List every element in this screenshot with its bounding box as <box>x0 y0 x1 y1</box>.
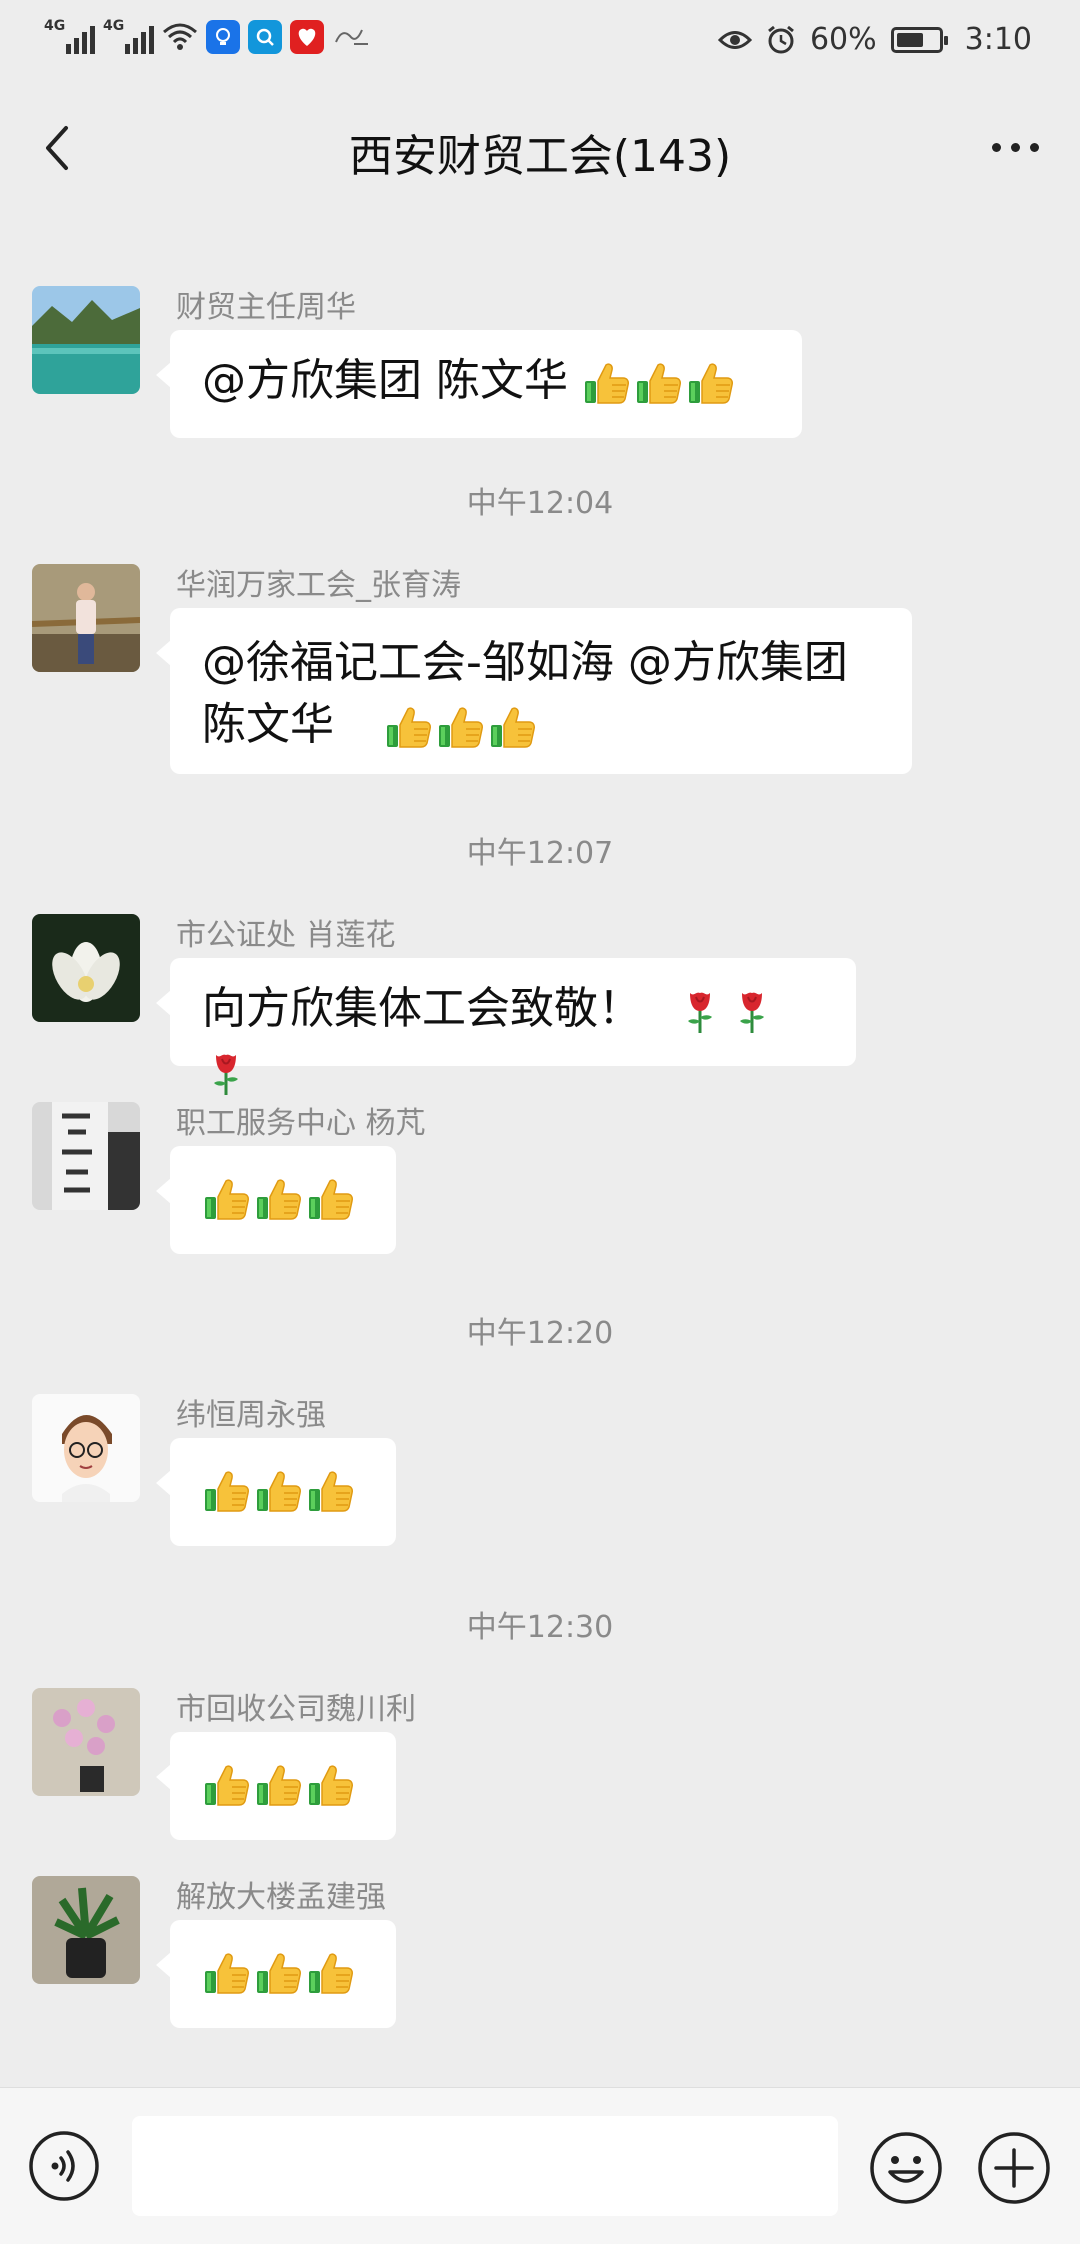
bulb-app-icon <box>206 20 240 54</box>
chat-title: 西安财贸工会(143) <box>348 131 732 182</box>
rose-icon <box>676 987 724 1035</box>
sender-name: 职工服务中心 杨芃 <box>176 1106 426 1141</box>
wifi-icon <box>163 23 197 50</box>
avatar[interactable] <box>32 1876 140 1984</box>
thumbs-up-icon <box>306 1467 354 1515</box>
status-bar: 4G 4G 60% 3:10 <box>0 0 1080 88</box>
message-bubble[interactable] <box>156 1920 396 2028</box>
message-bubble[interactable] <box>156 1438 396 1546</box>
voice-icon[interactable] <box>28 2130 100 2202</box>
thumbs-up-icon <box>384 703 432 751</box>
eye-icon <box>717 30 752 49</box>
avatar[interactable] <box>32 914 140 1022</box>
clock: 3:10 <box>964 22 1032 57</box>
message-bubble[interactable]: @方欣集团 陈文华 <box>156 330 802 438</box>
thumbs-up-icon <box>306 1761 354 1809</box>
rose-icon <box>728 987 776 1035</box>
timestamp: 中午12:30 <box>466 1610 614 1645</box>
avatar[interactable] <box>32 286 140 394</box>
rose-icon <box>202 1049 250 1097</box>
sender-name: 华润万家工会_张育涛 <box>176 568 461 603</box>
battery-icon <box>890 26 948 53</box>
thumbs-up-icon <box>202 1949 250 1997</box>
avatar[interactable] <box>32 564 140 672</box>
timestamp: 中午12:20 <box>466 1316 614 1351</box>
thumbs-up-icon <box>254 1761 302 1809</box>
search-app-icon <box>248 20 282 54</box>
sender-name: 市回收公司魏川利 <box>176 1692 416 1727</box>
avatar[interactable] <box>32 1102 140 1210</box>
study-app-icon <box>335 29 368 45</box>
network-type-label: 4G <box>44 18 66 34</box>
message-bubble[interactable]: 向方欣集体工会致敬！ <box>156 958 856 1066</box>
network-type-label: 4G <box>103 18 125 34</box>
sender-name: 解放大楼孟建强 <box>176 1880 386 1915</box>
thumbs-up-icon <box>686 359 734 407</box>
thumbs-up-icon <box>254 1175 302 1223</box>
message-input[interactable] <box>132 2116 838 2216</box>
battery-percent: 60% <box>809 22 877 57</box>
message-bubble[interactable] <box>156 1146 396 1254</box>
message-text: 向方欣集体工会致敬！ <box>202 983 642 1034</box>
alarm-icon <box>768 25 794 53</box>
thumbs-up-icon <box>306 1175 354 1223</box>
thumbs-up-icon <box>202 1175 250 1223</box>
message-text: @方欣集团 陈文华 <box>202 355 582 406</box>
sender-name: 纬恒周永强 <box>176 1398 326 1433</box>
input-bar <box>0 2087 1080 2244</box>
message-bubble[interactable]: @徐福记工会-邹如海 @方欣集团 陈文华 <box>156 608 912 774</box>
message-text: 陈文华 <box>202 699 348 750</box>
thumbs-up-icon <box>436 703 484 751</box>
avatar[interactable] <box>32 1394 140 1502</box>
sender-name: 财贸主任周华 <box>176 290 356 325</box>
thumbs-up-icon <box>254 1467 302 1515</box>
smiley-icon[interactable] <box>868 2130 944 2206</box>
message-list[interactable]: 财贸主任周华 @方欣集团 陈文华 中午12:04 华润万家工会_张育涛 @徐福记… <box>0 216 1080 2088</box>
plus-icon[interactable] <box>976 2130 1052 2206</box>
cellular-signal-icon: 4G <box>44 18 95 54</box>
more-options-icon[interactable] <box>980 122 1050 172</box>
thumbs-up-icon <box>582 359 630 407</box>
heart-app-icon <box>290 20 324 54</box>
message-text: @徐福记工会-邹如海 @方欣集团 <box>202 637 848 688</box>
sender-name: 市公证处 肖莲花 <box>176 918 396 953</box>
message-bubble[interactable] <box>156 1732 396 1840</box>
thumbs-up-icon <box>634 359 682 407</box>
thumbs-up-icon <box>202 1467 250 1515</box>
avatar[interactable] <box>32 1688 140 1796</box>
thumbs-up-icon <box>488 703 536 751</box>
thumbs-up-icon <box>254 1949 302 1997</box>
thumbs-up-icon <box>306 1949 354 1997</box>
cellular-signal-icon: 4G <box>103 18 154 54</box>
timestamp: 中午12:07 <box>466 836 614 871</box>
thumbs-up-icon <box>202 1761 250 1809</box>
timestamp: 中午12:04 <box>466 486 614 521</box>
chat-header: 西安财贸工会(143) <box>0 88 1080 216</box>
